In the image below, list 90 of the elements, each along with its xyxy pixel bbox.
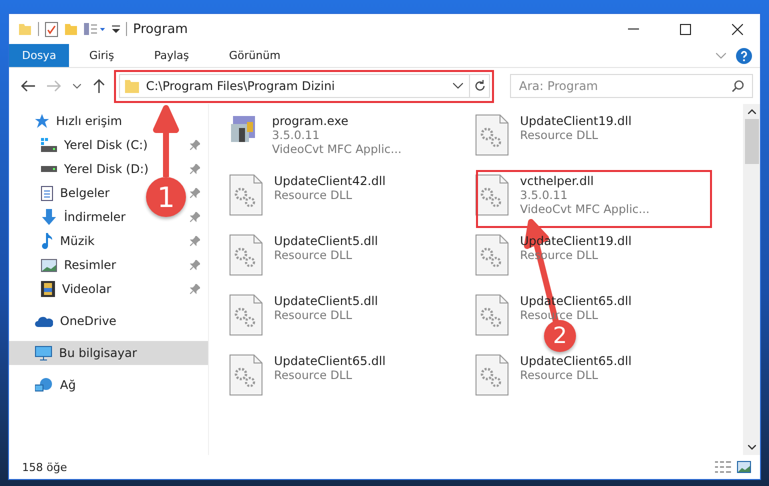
file-name: UpdateClient5.dll: [274, 294, 378, 308]
monitor-icon: [35, 346, 52, 360]
pin-icon[interactable]: [190, 260, 200, 270]
pin-icon[interactable]: [190, 164, 200, 174]
picture-icon: [41, 258, 57, 272]
dll-file-icon[interactable]: [475, 234, 509, 276]
dll-file-icon[interactable]: [229, 174, 263, 216]
sidebar-item[interactable]: Resimler: [64, 258, 116, 272]
folder-icon: [124, 78, 140, 94]
dll-file-icon[interactable]: [475, 114, 509, 156]
address-bar[interactable]: C:\Program Files\Program Dizini: [119, 74, 490, 98]
back-icon[interactable]: [21, 80, 35, 92]
music-note-icon: [41, 233, 53, 249]
file-name: UpdateClient65.dll: [520, 354, 632, 368]
help-icon[interactable]: [736, 48, 752, 64]
dll-file-icon[interactable]: [475, 354, 509, 396]
file-name: UpdateClient5.dll: [274, 234, 378, 248]
download-icon: [41, 209, 57, 225]
view-icon[interactable]: [84, 23, 106, 35]
file-detail: VideoCvt MFC Applic...: [520, 202, 650, 216]
up-icon[interactable]: [93, 79, 105, 93]
refresh-icon: [474, 80, 486, 92]
window-title: Program: [133, 22, 188, 36]
new-folder-icon[interactable]: [64, 22, 78, 36]
file-name: UpdateClient42.dll: [274, 174, 386, 188]
ribbon-tab[interactable]: Giriş: [69, 44, 134, 67]
selected-item-highlight[interactable]: Bu bilgisayar: [9, 341, 208, 365]
forward-icon[interactable]: [47, 80, 61, 92]
file-name: UpdateClient19.dll: [520, 114, 632, 128]
pin-icon[interactable]: [190, 236, 200, 246]
file-detail: Resource DLL: [274, 308, 354, 322]
dll-file-icon[interactable]: [475, 294, 509, 336]
properties-icon[interactable]: [45, 22, 58, 36]
ribbon-tab[interactable]: Paylaş: [134, 44, 209, 67]
scroll-down-icon[interactable]: [748, 445, 756, 450]
sidebar-item[interactable]: Ağ: [60, 378, 76, 392]
dll-file-icon[interactable]: [229, 234, 263, 276]
sidebar-item[interactable]: İndirmeler: [64, 210, 126, 224]
address-path: C:\Program Files\Program Dizini: [146, 79, 336, 93]
sidebar-item[interactable]: Videolar: [62, 282, 112, 296]
ribbon-tab[interactable]: Dosya: [9, 44, 70, 67]
item-count: 158 öğe: [22, 460, 67, 474]
search-field[interactable]: Ara: Program: [510, 74, 753, 98]
scrollbar-thumb[interactable]: [744, 119, 758, 164]
maximize-icon: [680, 24, 690, 34]
file-name: program.exe: [272, 114, 350, 128]
recent-icon[interactable]: [73, 84, 81, 88]
dropdown-icon[interactable]: [112, 24, 120, 34]
sidebar-item[interactable]: Müzik: [60, 234, 95, 248]
star-icon: [35, 114, 49, 128]
ribbon-tab[interactable]: Görünüm: [209, 44, 300, 67]
file-detail: Resource DLL: [274, 248, 354, 262]
close-icon: [732, 24, 742, 34]
file-detail: 3.5.0.11: [520, 188, 569, 202]
dll-file-icon[interactable]: [475, 174, 509, 216]
film-icon: [41, 281, 55, 297]
drive-icon: [41, 138, 57, 152]
dll-file-icon[interactable]: [229, 294, 263, 336]
dll-file-icon[interactable]: [229, 354, 263, 396]
sidebar-item[interactable]: OneDrive: [60, 314, 116, 328]
sidebar-item[interactable]: Yerel Disk (D:): [64, 162, 149, 176]
file-detail: Resource DLL: [274, 368, 354, 382]
pin-icon[interactable]: [190, 212, 200, 222]
sidebar-item[interactable]: Bu bilgisayar: [59, 346, 137, 360]
pin-icon[interactable]: [190, 140, 200, 150]
file-detail: Resource DLL: [274, 188, 354, 202]
scrollbar[interactable]: [743, 104, 760, 455]
network-icon: [35, 378, 53, 392]
scroll-up-icon[interactable]: [748, 109, 756, 114]
details-view-icon[interactable]: [715, 461, 731, 473]
document-icon: [41, 186, 53, 200]
cloud-icon: [35, 316, 53, 326]
dropdown-icon[interactable]: [453, 83, 463, 89]
file-detail: Resource DLL: [520, 368, 600, 382]
drive-icon: [41, 166, 57, 172]
file-detail: VideoCvt MFC Applic...: [272, 142, 402, 156]
pin-icon[interactable]: [190, 188, 200, 198]
file-name: UpdateClient65.dll: [274, 354, 386, 368]
minimize-icon: [628, 28, 638, 30]
chevron-icon[interactable]: [716, 52, 726, 58]
pin-icon[interactable]: [190, 284, 200, 294]
file-detail: Resource DLL: [520, 128, 600, 142]
folder-icon[interactable]: [18, 22, 32, 36]
sidebar-item[interactable]: Belgeler: [60, 186, 110, 200]
large-icons-view-icon[interactable]: [737, 461, 751, 473]
file-detail: 3.5.0.11: [272, 128, 321, 142]
file-name: vcthelper.dll: [520, 174, 595, 188]
sidebar-item[interactable]: Hızlı erişim: [56, 114, 122, 128]
sidebar-item[interactable]: Yerel Disk (C:): [64, 138, 148, 152]
search-icon[interactable]: [732, 80, 744, 92]
